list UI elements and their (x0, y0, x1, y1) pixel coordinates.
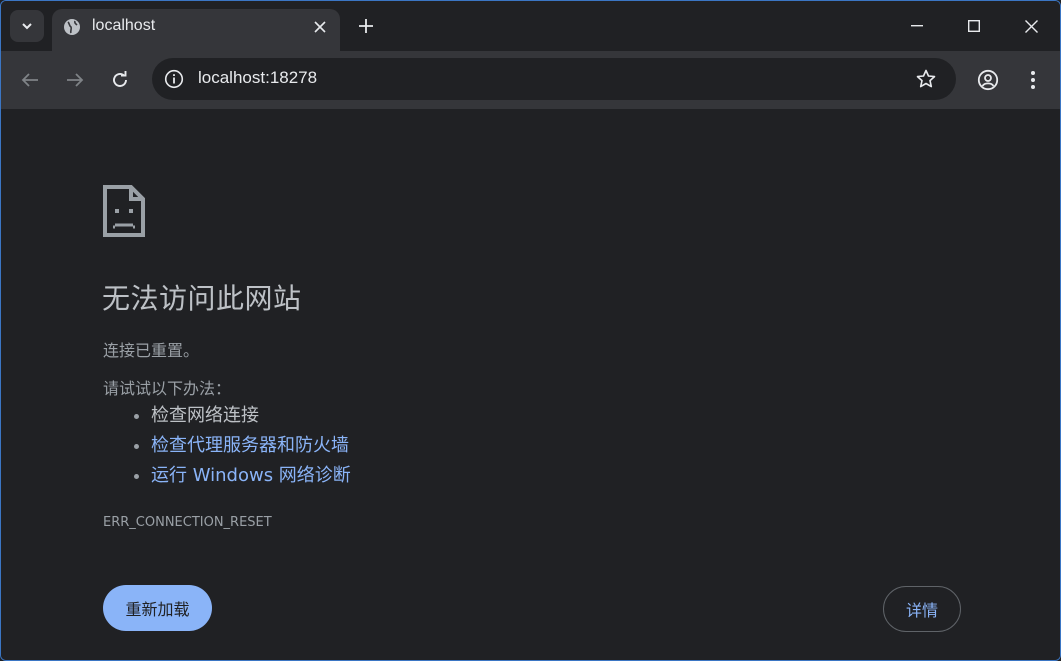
browser-window: localhost localhost:18278 无法访问此网站 连接已重置。… (0, 0, 1061, 661)
menu-button[interactable] (1020, 67, 1046, 93)
plus-icon (359, 19, 373, 33)
reload-button[interactable] (107, 67, 133, 93)
error-page: 无法访问此网站 连接已重置。 请试试以下办法： 检查网络连接 检查代理服务器和防… (1, 109, 1060, 660)
site-info-button[interactable] (163, 68, 185, 90)
error-message: 连接已重置。 (103, 341, 200, 360)
profile-icon (977, 69, 999, 91)
suggestion-run-diagnostics: 运行 Windows 网络诊断 (151, 461, 351, 491)
suggestion-list: 检查网络连接 检查代理服务器和防火墙 运行 Windows 网络诊断 (103, 401, 351, 491)
toolbar: localhost:18278 (1, 51, 1060, 109)
try-label: 请试试以下办法： (103, 379, 232, 398)
profile-button[interactable] (975, 67, 1001, 93)
back-button[interactable] (17, 67, 43, 93)
new-tab-button[interactable] (355, 15, 377, 37)
details-button[interactable]: 详情 (883, 586, 961, 632)
reload-icon (113, 71, 127, 87)
reload-page-button[interactable]: 重新加载 (103, 585, 212, 631)
minimize-icon (911, 25, 923, 27)
check-proxy-link[interactable]: 检查代理服务器和防火墙 (151, 435, 349, 456)
menu-icon (1031, 71, 1035, 89)
window-close-button[interactable] (1017, 13, 1045, 39)
run-diagnostics-link[interactable]: 运行 Windows 网络诊断 (151, 465, 351, 486)
tab-localhost[interactable]: localhost (52, 9, 340, 51)
maximize-icon (968, 20, 980, 32)
back-icon (21, 73, 38, 87)
window-close-icon (1024, 19, 1038, 33)
error-code: ERR_CONNECTION_RESET (103, 515, 272, 530)
tab-search-icon (22, 23, 32, 30)
info-icon (164, 69, 184, 89)
minimize-button[interactable] (903, 13, 931, 39)
forward-button[interactable] (62, 67, 88, 93)
suggestion-check-network: 检查网络连接 (151, 401, 351, 431)
bookmark-button[interactable] (914, 67, 938, 91)
suggestion-check-proxy: 检查代理服务器和防火墙 (151, 431, 351, 461)
title-bar: localhost (1, 1, 1060, 51)
maximize-button[interactable] (960, 13, 988, 39)
star-icon (916, 69, 936, 88)
close-tab-button[interactable] (310, 17, 330, 37)
globe-icon (64, 19, 80, 35)
close-icon (314, 21, 326, 33)
tab-search-button[interactable] (10, 10, 44, 42)
tab-title: localhost (92, 17, 156, 34)
error-heading: 无法访问此网站 (102, 282, 302, 315)
address-bar[interactable]: localhost:18278 (152, 58, 956, 100)
forward-icon (67, 73, 84, 87)
sad-page-icon (103, 185, 145, 237)
url-text[interactable]: localhost:18278 (198, 68, 317, 88)
